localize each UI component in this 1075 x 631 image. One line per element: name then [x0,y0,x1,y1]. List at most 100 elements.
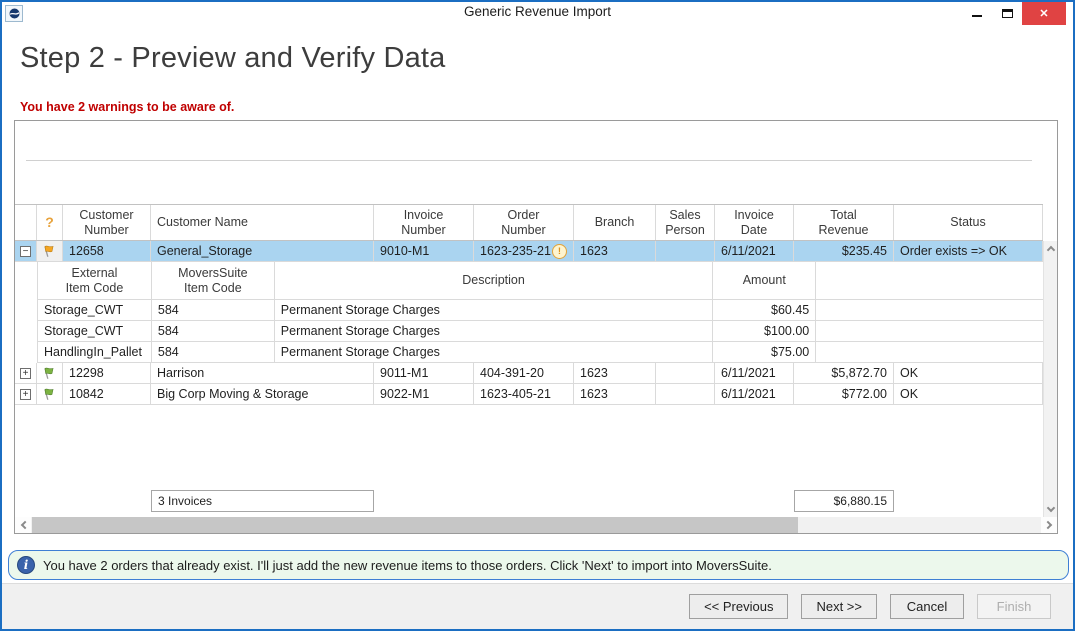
cell-customer-number[interactable]: 12658 [63,241,151,261]
detail-header-filler [816,262,1043,299]
detail-header-moverssuite-item-code[interactable]: MoversSuite Item Code [152,262,275,299]
cell-sales-person[interactable] [656,241,715,261]
cell-customer-name[interactable]: Harrison [151,363,374,383]
cell-sales-person[interactable] [656,363,715,383]
table-row[interactable]: + 10842 Big Corp Moving & Storage 9022-M… [15,384,1043,405]
cell-order-number[interactable]: 404-391-20 [474,363,574,383]
info-glyph: i [24,558,29,572]
cell-external-item-code[interactable]: HandlingIn_Pallet [38,342,152,362]
title-bar: Generic Revenue Import ✕ [2,2,1073,25]
minimize-button[interactable] [962,2,992,25]
cell-sales-person[interactable] [656,384,715,404]
cell-status[interactable]: OK [894,384,1043,404]
scroll-right-button[interactable] [1041,517,1057,533]
cell-invoice-date[interactable]: 6/11/2021 [715,241,794,261]
collapse-icon: − [23,247,29,256]
table-row[interactable]: + 12298 Harrison 9011-M1 404-391-20 1623 [15,363,1043,384]
scroll-left-button[interactable] [15,517,31,533]
horizontal-scrollbar[interactable] [15,517,1057,533]
cell-branch[interactable]: 1623 [574,241,656,261]
cell-total-revenue[interactable]: $772.00 [794,384,894,404]
cell-external-item-code[interactable]: Storage_CWT [38,300,152,320]
cell-invoice-number[interactable]: 9011-M1 [374,363,474,383]
header-expand-column [15,205,37,240]
minimize-icon [972,15,982,17]
header-invoice-number[interactable]: Invoice Number [374,205,474,240]
cell-branch[interactable]: 1623 [574,363,656,383]
detail-row[interactable]: Storage_CWT 584 Permanent Storage Charge… [38,300,1043,321]
detail-header-amount[interactable]: Amount [713,262,816,299]
data-grid: ? Customer Number Customer Name Invoice … [14,120,1058,534]
cancel-button[interactable]: Cancel [890,594,964,619]
cell-description[interactable]: Permanent Storage Charges [275,300,714,320]
header-customer-number[interactable]: Customer Number [63,205,151,240]
expand-icon: + [23,369,29,378]
summary-total-revenue: $6,880.15 [794,490,894,512]
next-button[interactable]: Next >> [801,594,877,619]
vertical-scrollbar[interactable] [1043,241,1057,517]
table-row[interactable]: − 12658 General_Storage 9010-M1 1623-235… [15,241,1043,262]
cell-description[interactable]: Permanent Storage Charges [275,321,714,341]
header-branch[interactable]: Branch [574,205,656,240]
cell-external-item-code[interactable]: Storage_CWT [38,321,152,341]
cell-status[interactable]: OK [894,363,1043,383]
scroll-up-button[interactable] [1044,241,1057,256]
finish-button[interactable]: Finish [977,594,1051,619]
exclamation-glyph: ! [558,246,561,257]
collapse-row-button[interactable]: − [20,246,31,257]
cell-total-revenue[interactable]: $235.45 [794,241,894,261]
cell-customer-name[interactable]: Big Corp Moving & Storage [151,384,374,404]
cell-moverssuite-item-code[interactable]: 584 [152,321,275,341]
cell-customer-name[interactable]: General_Storage [151,241,374,261]
detail-header-external-item-code[interactable]: External Item Code [38,262,152,299]
grid-divider [26,160,1032,161]
cell-total-revenue[interactable]: $5,872.70 [794,363,894,383]
warning-flag-icon [37,241,62,261]
horizontal-scrollbar-thumb[interactable] [32,517,798,533]
warning-badge-icon[interactable]: ! [552,244,567,259]
expand-row-button[interactable]: + [20,389,31,400]
cell-invoice-date[interactable]: 6/11/2021 [715,384,794,404]
chevron-right-icon [1043,521,1051,529]
cell-order-number[interactable]: 1623-405-21 [474,384,574,404]
cell-status[interactable]: Order exists => OK [894,241,1043,261]
header-sales-person[interactable]: Sales Person [656,205,715,240]
cell-amount[interactable]: $60.45 [713,300,816,320]
cell-order-number[interactable]: 1623-235-21 ! [474,241,574,261]
info-banner: i You have 2 orders that already exist. … [8,550,1069,580]
cell-invoice-date[interactable]: 6/11/2021 [715,363,794,383]
row-flag-cell [37,363,63,383]
header-status[interactable]: Status [894,205,1043,240]
info-message: You have 2 orders that already exist. I'… [43,558,772,573]
detail-header-description[interactable]: Description [275,262,714,299]
row-expand-cell: + [15,384,37,404]
header-order-number[interactable]: Order Number [474,205,574,240]
cell-customer-number[interactable]: 12298 [63,363,151,383]
cell-invoice-number[interactable]: 9010-M1 [374,241,474,261]
cell-moverssuite-item-code[interactable]: 584 [152,300,275,320]
detail-grid: External Item Code MoversSuite Item Code… [37,262,1043,363]
cell-amount[interactable]: $100.00 [713,321,816,341]
maximize-button[interactable] [992,2,1022,25]
cell-branch[interactable]: 1623 [574,384,656,404]
close-button[interactable]: ✕ [1022,2,1066,25]
previous-button[interactable]: << Previous [689,594,788,619]
header-invoice-date[interactable]: Invoice Date [715,205,794,240]
cell-description[interactable]: Permanent Storage Charges [275,342,714,362]
cell-customer-number[interactable]: 10842 [63,384,151,404]
scroll-down-button[interactable] [1044,502,1057,517]
header-status-flag-column[interactable]: ? [37,205,63,240]
cell-moverssuite-item-code[interactable]: 584 [152,342,275,362]
cell-filler [816,321,1043,341]
expand-icon: + [23,390,29,399]
row-expand-cell: + [15,363,37,383]
detail-row[interactable]: HandlingIn_Pallet 584 Permanent Storage … [38,342,1043,363]
cell-amount[interactable]: $75.00 [713,342,816,362]
header-customer-name[interactable]: Customer Name [151,205,374,240]
chevron-left-icon [20,521,28,529]
expand-row-button[interactable]: + [20,368,31,379]
detail-row[interactable]: Storage_CWT 584 Permanent Storage Charge… [38,321,1043,342]
header-total-revenue[interactable]: Total Revenue [794,205,894,240]
close-icon: ✕ [1039,7,1048,20]
cell-invoice-number[interactable]: 9022-M1 [374,384,474,404]
